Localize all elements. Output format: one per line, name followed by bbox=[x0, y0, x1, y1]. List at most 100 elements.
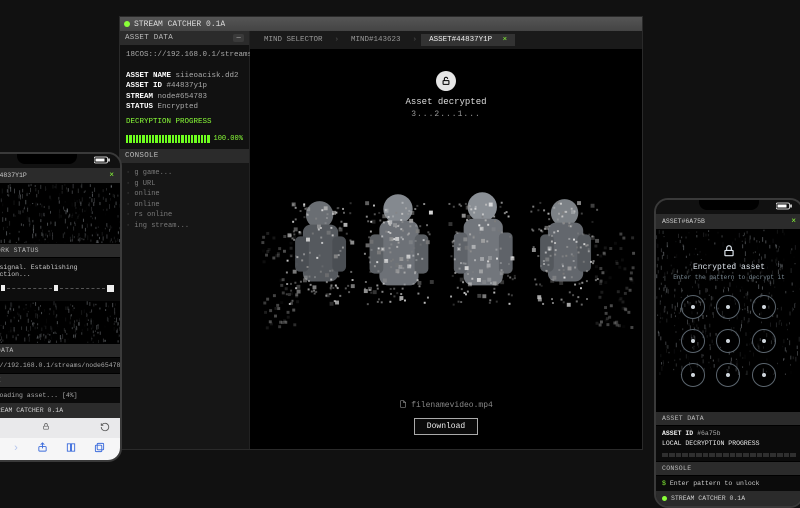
status-dot-icon bbox=[124, 21, 130, 27]
phone-titlebar: ASSET#6A75B × bbox=[656, 214, 800, 229]
pattern-node[interactable] bbox=[681, 329, 705, 353]
console-header: CONSOLE bbox=[120, 149, 249, 163]
phone-left: 9:41 SET#44837Y1P × NETWORK STATUS Weak … bbox=[0, 152, 122, 462]
chevron-right-icon: › bbox=[335, 36, 340, 44]
battery-icon bbox=[94, 156, 112, 167]
breadcrumb-mind-id[interactable]: MIND#143623 bbox=[343, 34, 409, 46]
main-window: STREAM CATCHER 0.1A ASSET DATA — 18COS::… bbox=[119, 16, 643, 450]
safari-address-bar[interactable]: AA bbox=[0, 418, 120, 438]
asset-data-label: ASSET DATA bbox=[125, 34, 173, 42]
asset-status-value: Encrypted bbox=[158, 103, 199, 111]
pattern-node[interactable] bbox=[716, 329, 740, 353]
console-header-label: CONSOLE bbox=[125, 152, 159, 160]
asset-data-header: ASSET DATA — bbox=[120, 31, 249, 45]
viewport: Asset decrypted 3...2...1... bbox=[250, 49, 642, 449]
phone-body bbox=[0, 183, 120, 243]
breadcrumb: MIND SELECTOR › MIND#143623 › ASSET#4483… bbox=[250, 31, 642, 49]
network-status-message: Weak signal. Establishing connection... bbox=[0, 258, 120, 281]
share-icon[interactable] bbox=[37, 441, 48, 457]
encrypted-banner: Encrypted asset Enter the pattern to dec… bbox=[656, 229, 800, 287]
decryption-progress-bar: 100.00% bbox=[126, 135, 243, 143]
noise-visual bbox=[0, 183, 120, 243]
pattern-node[interactable] bbox=[752, 363, 776, 387]
phone-console-prompt: $ Enter pattern to unlock bbox=[656, 476, 800, 491]
set-data-address: COS:://192.168.0.1/streams/node654783/as… bbox=[0, 358, 120, 373]
asset-data-header: ASSET DATA bbox=[656, 411, 800, 426]
sidebar: ASSET DATA — 18COS:://192.168.0.1/stream… bbox=[120, 31, 250, 449]
breadcrumb-asset-id[interactable]: ASSET#44837Y1P × bbox=[421, 34, 515, 46]
asset-meta: ASSET NAME siieoacisk.dd2 ASSET ID #4483… bbox=[120, 66, 249, 133]
close-icon[interactable]: × bbox=[503, 36, 508, 44]
asset-id-label: ASSET ID bbox=[662, 430, 693, 437]
phone-notch bbox=[699, 200, 759, 210]
panel-expand-icon[interactable]: — bbox=[233, 34, 244, 42]
phone-notch bbox=[17, 154, 77, 164]
filename-row: filenamevideo.mp4 bbox=[399, 399, 493, 412]
countdown: 3...2...1... bbox=[405, 110, 486, 119]
decryption-progress-label: DECRYPTION PROGRESS bbox=[126, 117, 243, 128]
pattern-node[interactable] bbox=[752, 329, 776, 353]
chevron-right-icon: › bbox=[413, 36, 418, 44]
book-icon[interactable] bbox=[65, 442, 77, 457]
asset-id-value: #44837y1p bbox=[167, 82, 208, 90]
asset-stream-label: STREAM bbox=[126, 93, 153, 101]
console-output: g game...g URLonlineonliners onlineing s… bbox=[120, 163, 249, 449]
phone-brand-bar: STREAM CATCHER 0.1A bbox=[0, 403, 120, 418]
asset-path: 18COS:://192.168.0.1/streams/node654783/… bbox=[120, 45, 249, 66]
pattern-node[interactable] bbox=[716, 363, 740, 387]
decryption-progress-percent: 100.00% bbox=[214, 135, 243, 143]
refresh-icon[interactable] bbox=[100, 422, 110, 435]
asset-meta: ASSET ID #6a75b LOCAL DECRYPTION PROGRES… bbox=[656, 426, 800, 451]
noise-visual bbox=[0, 301, 120, 343]
window-title: STREAM CATCHER 0.1A bbox=[134, 20, 225, 29]
pattern-node[interactable] bbox=[681, 363, 705, 387]
phone-brand-label: STREAM CATCHER 0.1A bbox=[0, 407, 63, 414]
filename-text: filenamevideo.mp4 bbox=[411, 401, 493, 410]
pattern-node[interactable] bbox=[716, 295, 740, 319]
local-progress-bar bbox=[662, 453, 796, 457]
breadcrumb-asset-id-label: ASSET#44837Y1P bbox=[429, 36, 492, 44]
encrypted-title: Encrypted asset bbox=[656, 263, 800, 272]
set-data-header: SET DATA bbox=[0, 343, 120, 358]
forward-icon[interactable]: › bbox=[13, 443, 20, 455]
status-dot-icon bbox=[662, 496, 667, 501]
lock-icon bbox=[42, 422, 50, 434]
network-signal-bar bbox=[0, 285, 114, 291]
decrypted-banner: Asset decrypted 3...2...1... bbox=[405, 71, 486, 119]
phone-console-header: NSOLE bbox=[0, 373, 120, 388]
close-icon[interactable]: × bbox=[109, 171, 114, 180]
decrypted-message: Asset decrypted bbox=[405, 97, 486, 107]
phone-right: ASSET#6A75B × Encrypted asset Enter the … bbox=[654, 198, 800, 508]
phone-console-line: Downloading asset... [4%] bbox=[0, 388, 120, 403]
network-status-header: NETWORK STATUS bbox=[0, 243, 120, 258]
main-pane: MIND SELECTOR › MIND#143623 › ASSET#4483… bbox=[250, 31, 642, 449]
asset-visual bbox=[250, 119, 642, 391]
phone-console-text: Enter pattern to unlock bbox=[670, 480, 760, 487]
lock-icon bbox=[721, 243, 737, 259]
asset-status-label: STATUS bbox=[126, 103, 153, 111]
close-icon[interactable]: × bbox=[791, 217, 796, 226]
pattern-lock[interactable] bbox=[681, 295, 777, 387]
phone-asset-title: ASSET#6A75B bbox=[662, 218, 705, 225]
asset-name-value: siieoacisk.dd2 bbox=[176, 72, 239, 80]
phone-console-header: CONSOLE bbox=[656, 461, 800, 476]
viewport-footer: filenamevideo.mp4 Download bbox=[399, 391, 493, 449]
breadcrumb-mind-selector[interactable]: MIND SELECTOR bbox=[256, 34, 331, 46]
asset-id-value: #6a75b bbox=[697, 430, 720, 437]
tabs-icon[interactable] bbox=[94, 442, 105, 457]
unlock-icon bbox=[436, 71, 456, 91]
asset-id-label: ASSET ID bbox=[126, 82, 162, 90]
phone-body-lower bbox=[0, 301, 120, 343]
phone-brand-label: STREAM CATCHER 0.1A bbox=[671, 495, 745, 502]
window-titlebar[interactable]: STREAM CATCHER 0.1A bbox=[120, 17, 642, 31]
phone-asset-title: SET#44837Y1P bbox=[0, 172, 27, 179]
phone-titlebar: SET#44837Y1P × bbox=[0, 168, 120, 183]
file-icon bbox=[399, 399, 407, 412]
pattern-node[interactable] bbox=[752, 295, 776, 319]
battery-icon bbox=[776, 202, 794, 213]
download-button[interactable]: Download bbox=[414, 418, 478, 435]
phone-brand-bar: STREAM CATCHER 0.1A bbox=[656, 491, 800, 506]
local-progress-label: LOCAL DECRYPTION PROGRESS bbox=[662, 440, 796, 447]
safari-toolbar: ‹ › bbox=[0, 438, 120, 460]
pattern-node[interactable] bbox=[681, 295, 705, 319]
